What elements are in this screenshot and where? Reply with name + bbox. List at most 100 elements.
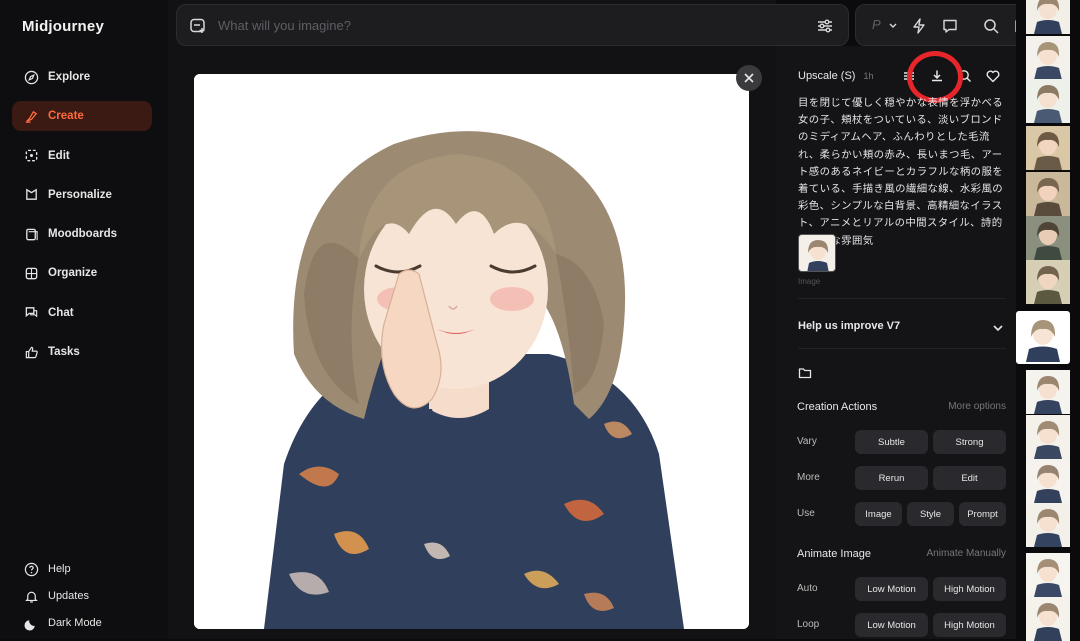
reference-image-preview xyxy=(799,235,835,271)
loop-high-motion-button[interactable]: High Motion xyxy=(933,613,1006,637)
search-input[interactable]: What will you imagine? xyxy=(218,18,351,33)
chevron-down-icon[interactable] xyxy=(888,18,898,34)
reference-caption: Image xyxy=(798,277,821,286)
grid-icon xyxy=(25,267,38,280)
auto-label: Auto xyxy=(797,583,818,594)
toolbar-actions: P xyxy=(855,4,1043,46)
nav-item-dark-mode[interactable]: Dark Mode xyxy=(12,611,152,635)
chevron-down-icon[interactable] xyxy=(992,322,1004,334)
upscale-label: Upscale (S) xyxy=(798,70,856,82)
auto-high-motion-button[interactable]: High Motion xyxy=(933,577,1006,601)
thumbnail-image xyxy=(1026,415,1070,459)
divider xyxy=(798,348,1006,349)
reference-image[interactable] xyxy=(798,234,836,272)
nav-label: Personalize xyxy=(48,188,112,201)
rerun-button[interactable]: Rerun xyxy=(855,466,928,490)
thumbnail-image xyxy=(1026,260,1070,304)
chat-icon xyxy=(25,307,38,318)
nav-item-chat[interactable]: Chat xyxy=(12,298,152,328)
use-label: Use xyxy=(797,508,815,519)
nav-label: Tasks xyxy=(48,346,80,359)
use-style-button[interactable]: Style xyxy=(907,502,954,526)
thumbnail-image xyxy=(1018,313,1068,362)
nav-label: Chat xyxy=(48,306,74,319)
nav-item-updates[interactable]: Updates xyxy=(12,584,152,608)
nav-label: Updates xyxy=(48,590,89,602)
image-add-icon xyxy=(190,18,205,33)
imagine-bar[interactable]: What will you imagine? xyxy=(176,4,849,46)
main-nav: Explore Create Edit Personalize Moodboar… xyxy=(12,62,152,376)
close-preview-button[interactable] xyxy=(736,65,762,91)
bottom-nav: Help Updates Dark Mode xyxy=(12,557,152,638)
vary-subtle-button[interactable]: Subtle xyxy=(855,430,928,454)
help-icon xyxy=(24,562,39,576)
lightning-icon[interactable] xyxy=(910,17,928,35)
thumbnail-image xyxy=(1026,370,1070,414)
details-panel: Upscale (S) 1h 目を閉じて優しく穏やかな表情を浮かべる女の子、頬杖を… xyxy=(776,46,1016,639)
search-icon[interactable] xyxy=(982,17,1000,35)
nav-label: Moodboards xyxy=(48,228,117,241)
more-options-link[interactable]: More options xyxy=(948,401,1006,412)
nav-label: Help xyxy=(48,563,71,575)
thumbs-up-icon xyxy=(25,346,38,358)
thumbnail[interactable] xyxy=(1026,126,1070,170)
nav-item-create[interactable]: Create xyxy=(12,101,152,132)
thumbnail[interactable] xyxy=(1026,0,1070,34)
nav-item-moodboards[interactable]: Moodboards xyxy=(12,219,152,249)
thumbnail-image xyxy=(1026,172,1070,216)
thumbnail-image xyxy=(1026,553,1070,597)
chat-bubble-icon[interactable] xyxy=(941,17,959,35)
animate-manually-link[interactable]: Animate Manually xyxy=(927,548,1006,559)
thumbnail[interactable] xyxy=(1026,216,1070,260)
use-image-button[interactable]: Image xyxy=(855,502,902,526)
moodboard-icon xyxy=(26,228,38,240)
nav-item-edit[interactable]: Edit xyxy=(12,141,152,171)
thumbnail-image xyxy=(1026,126,1070,170)
compass-icon xyxy=(24,70,39,84)
thumbnail[interactable] xyxy=(1026,415,1070,459)
thumbnail[interactable] xyxy=(1026,36,1070,80)
thumbnail[interactable] xyxy=(1026,597,1070,641)
close-icon xyxy=(744,73,754,83)
auto-low-motion-button[interactable]: Low Motion xyxy=(855,577,928,601)
thumbnail[interactable] xyxy=(1026,553,1070,597)
loop-label: Loop xyxy=(797,619,820,630)
thumbnail[interactable] xyxy=(1026,79,1070,123)
timestamp: 1h xyxy=(863,71,874,81)
help-improve-title[interactable]: Help us improve V7 xyxy=(798,320,900,332)
folder-icon[interactable] xyxy=(798,366,812,380)
thumbnail[interactable] xyxy=(1026,503,1070,547)
thumbnail-rail xyxy=(1016,0,1080,641)
nav-item-personalize[interactable]: Personalize xyxy=(12,180,152,210)
nav-label: Edit xyxy=(48,149,70,162)
generated-image xyxy=(194,74,749,629)
edit-icon xyxy=(25,149,38,162)
thumbnail-image xyxy=(1026,503,1070,547)
sidebar: Midjourney Explore Create Edit Personali… xyxy=(0,0,168,639)
upscale-header: Upscale (S) 1h xyxy=(798,70,873,82)
thumbnail-image xyxy=(1026,459,1070,503)
thumbnail-image xyxy=(1026,0,1070,34)
thumbnail[interactable] xyxy=(1026,370,1070,414)
use-prompt-button[interactable]: Prompt xyxy=(959,502,1006,526)
thumbnail-selected[interactable] xyxy=(1016,311,1070,364)
vary-strong-button[interactable]: Strong xyxy=(933,430,1006,454)
nav-item-organize[interactable]: Organize xyxy=(12,258,152,288)
heart-icon[interactable] xyxy=(985,68,1001,84)
thumbnail[interactable] xyxy=(1026,260,1070,304)
nav-label: Organize xyxy=(48,267,98,280)
image-preview[interactable] xyxy=(194,74,749,629)
thumbnail[interactable] xyxy=(1026,172,1070,216)
personalize-toggle[interactable]: P xyxy=(872,17,881,32)
loop-low-motion-button[interactable]: Low Motion xyxy=(855,613,928,637)
nav-item-tasks[interactable]: Tasks xyxy=(12,337,152,367)
nav-label: Explore xyxy=(48,71,91,83)
nav-item-explore[interactable]: Explore xyxy=(12,62,152,92)
edit-button[interactable]: Edit xyxy=(933,466,1006,490)
moon-icon xyxy=(24,619,35,631)
app-logo[interactable]: Midjourney xyxy=(22,18,104,35)
prompt-text[interactable]: 目を閉じて優しく穏やかな表情を浮かべる女の子、頬杖をついている、淡いブロンドのミ… xyxy=(798,95,1008,250)
sliders-icon[interactable] xyxy=(816,17,834,35)
nav-item-help[interactable]: Help xyxy=(12,557,152,581)
thumbnail[interactable] xyxy=(1026,459,1070,503)
